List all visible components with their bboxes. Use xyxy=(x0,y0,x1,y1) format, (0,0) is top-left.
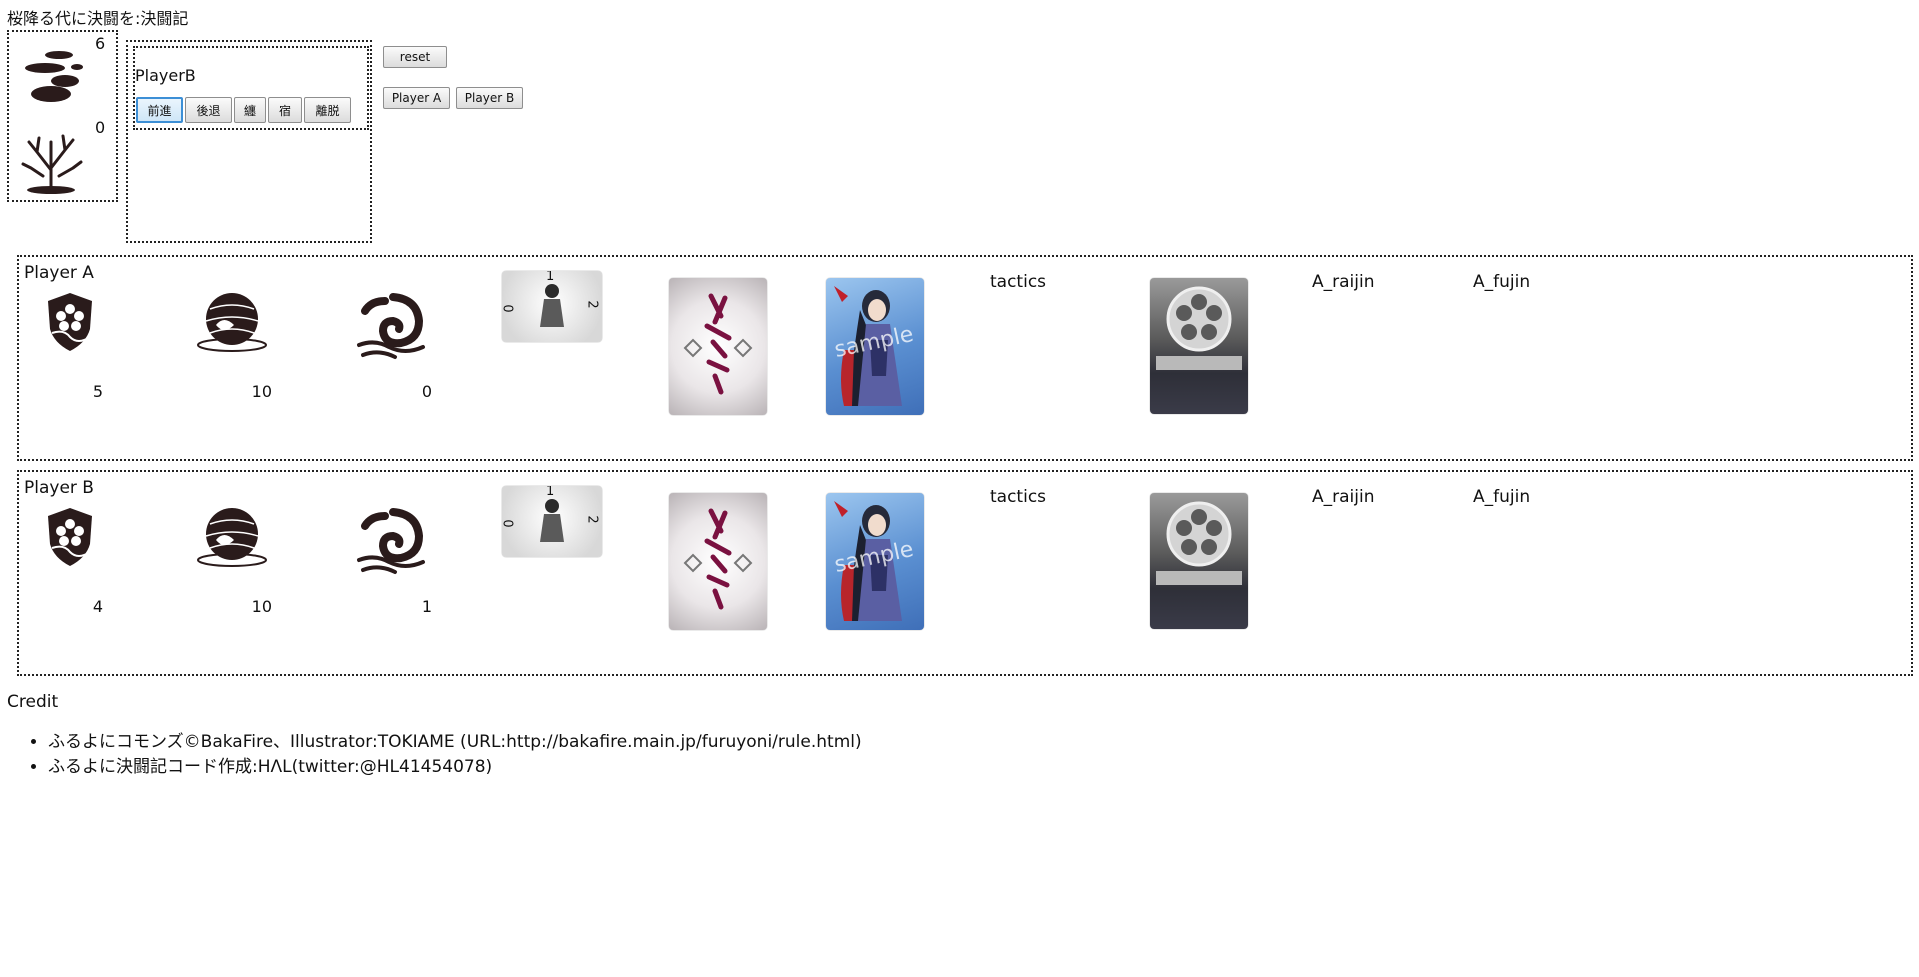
cherry-title-icon xyxy=(683,293,753,395)
life-value: 10 xyxy=(251,597,272,616)
flare-value: 1 xyxy=(421,597,432,616)
advance-button[interactable]: 前進 xyxy=(136,97,183,123)
retreat-button[interactable]: 後退 xyxy=(185,97,232,123)
distance-dial-card[interactable]: 1 2 0 xyxy=(502,271,602,342)
flare-swirl-icon xyxy=(357,508,425,574)
extra-deck-card[interactable] xyxy=(1150,278,1248,414)
character-card[interactable]: sample xyxy=(826,493,924,630)
aura-value: 5 xyxy=(92,382,103,401)
tactics-slot-label: tactics xyxy=(990,272,1047,292)
player-board-label: Player A xyxy=(24,263,94,283)
dial-left-number: 0 xyxy=(502,304,518,313)
player-board-label: Player B xyxy=(24,478,94,498)
credit-heading: Credit xyxy=(7,692,59,712)
extra-deck-bar xyxy=(1156,356,1242,370)
cherry-emblem-icon xyxy=(1166,501,1232,567)
page-title: 桜降る代に決闘を:決闘記 xyxy=(7,9,189,28)
cherry-emblem-icon xyxy=(1166,286,1232,352)
credit-list: ふるよにコモンズ©BakaFire、Illustrator:TOKIAME (U… xyxy=(28,730,862,780)
dust-cloud-icon xyxy=(25,51,83,102)
goddess-one-label: A_raijin xyxy=(1312,487,1375,507)
dust-value: 6 xyxy=(95,34,106,53)
distance-dial-card[interactable]: 1 2 0 xyxy=(502,486,602,557)
bare-tree-icon xyxy=(21,134,83,194)
player-board-b: Player B 4 10 1 1 2 0 sample tactics A_r… xyxy=(17,470,1913,676)
aura-shield-icon xyxy=(48,293,92,351)
flare-swirl-icon xyxy=(357,293,425,359)
dial-left-number: 0 xyxy=(502,519,518,528)
flare-value: 0 xyxy=(421,382,432,401)
credit-item: ふるよに決闘記コード作成:HΛL(twitter:@HL41454078) xyxy=(48,755,862,780)
goddess-two-label: A_fujin xyxy=(1473,272,1531,292)
goddess-one-label: A_raijin xyxy=(1312,272,1375,292)
distance-value: 0 xyxy=(95,118,106,137)
cherry-title-icon xyxy=(683,508,753,610)
dial-figure-icon xyxy=(540,499,564,542)
life-sphere-icon xyxy=(197,508,267,567)
extra-deck-bar xyxy=(1156,571,1242,585)
goddess-two-label: A_fujin xyxy=(1473,487,1531,507)
reset-button[interactable]: reset xyxy=(383,46,447,68)
dial-right-number: 2 xyxy=(584,300,600,309)
player-a-button[interactable]: Player A xyxy=(383,87,450,109)
player-board-a: Player A 5 10 0 1 2 0 sample tactics A_r… xyxy=(17,255,1913,461)
tactics-slot-label: tactics xyxy=(990,487,1047,507)
current-player-label: PlayerB xyxy=(135,66,196,85)
withdraw-button[interactable]: 離脱 xyxy=(304,97,351,123)
dial-right-number: 2 xyxy=(584,515,600,524)
player-b-button[interactable]: Player B xyxy=(456,87,523,109)
aura-shield-icon xyxy=(48,508,92,566)
life-sphere-icon xyxy=(197,293,267,352)
dial-figure-icon xyxy=(540,284,564,327)
deck-back-card[interactable] xyxy=(669,278,767,415)
shared-pool-panel: 6 0 xyxy=(7,30,118,202)
credit-item: ふるよにコモンズ©BakaFire、Illustrator:TOKIAME (U… xyxy=(48,730,862,755)
extra-deck-card[interactable] xyxy=(1150,493,1248,629)
life-value: 10 xyxy=(251,382,272,401)
lodge-button[interactable]: 宿 xyxy=(268,97,302,123)
character-card[interactable]: sample xyxy=(826,278,924,415)
aura-value: 4 xyxy=(92,597,103,616)
wear-button[interactable]: 纏 xyxy=(234,97,266,123)
deck-back-card[interactable] xyxy=(669,493,767,630)
